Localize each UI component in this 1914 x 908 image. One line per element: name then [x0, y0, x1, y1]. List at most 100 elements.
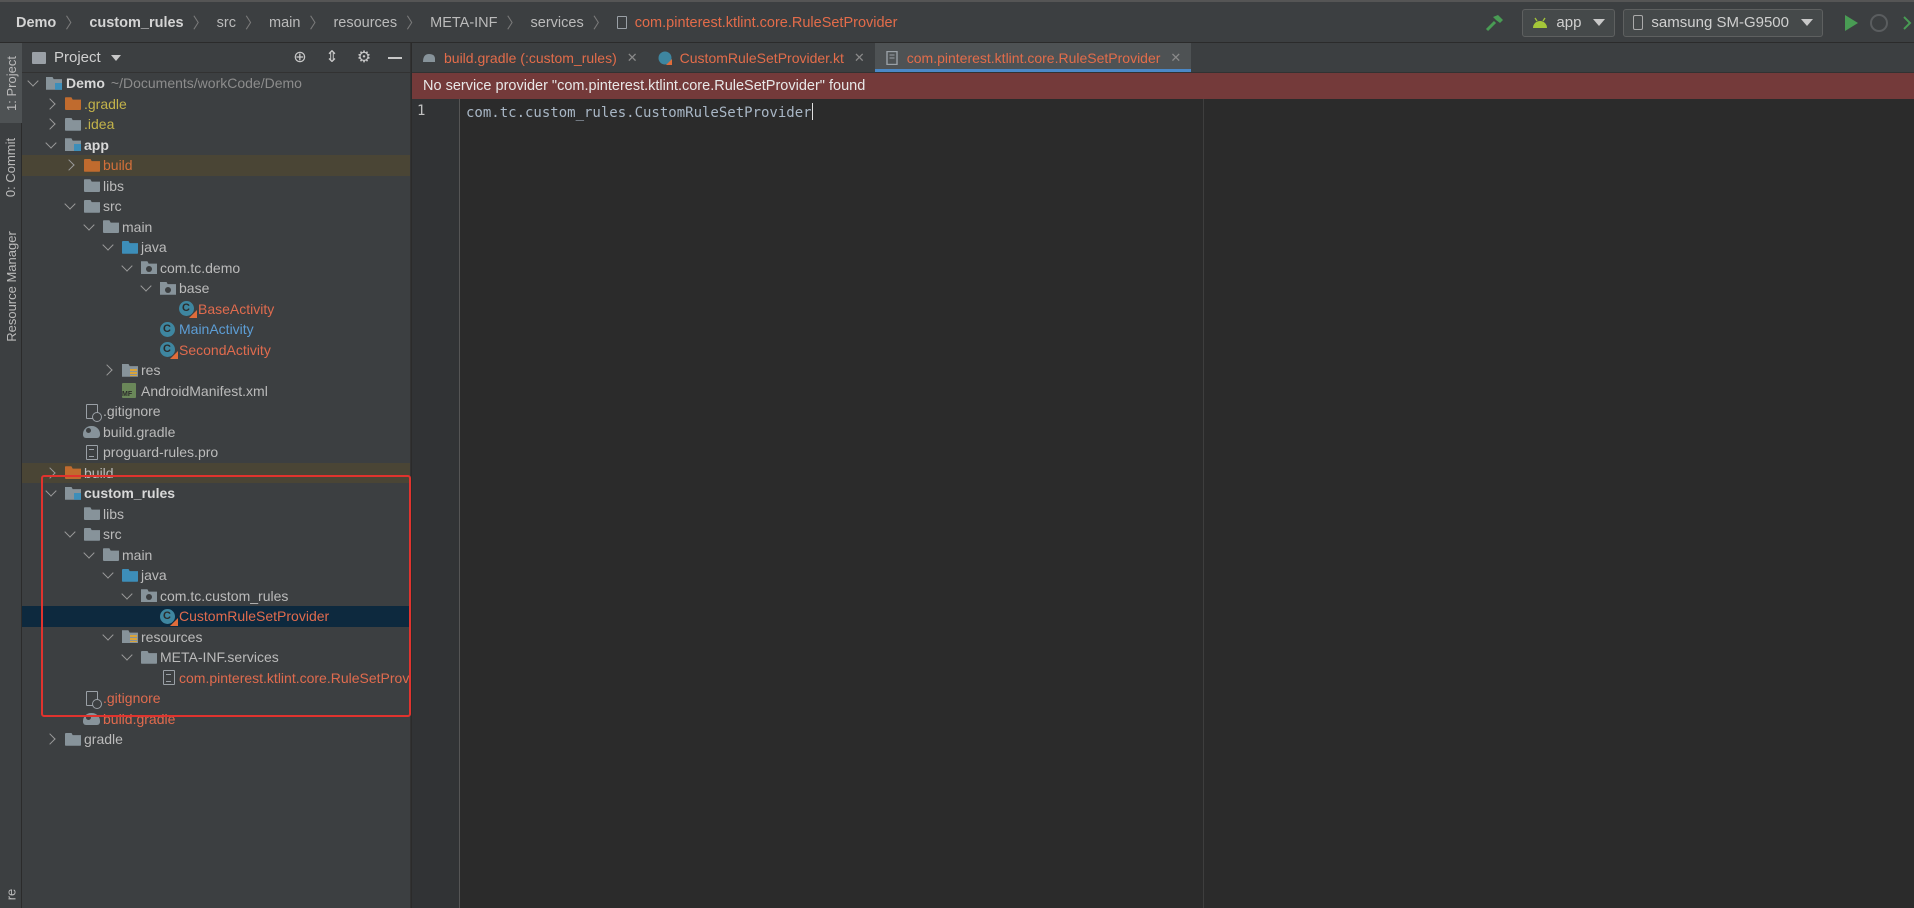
hammer-icon[interactable] — [1484, 12, 1506, 34]
chevron-down-icon[interactable] — [64, 198, 76, 210]
breadcrumb-item-file[interactable]: com.pinterest.ktlint.core.RuleSetProvide… — [635, 15, 898, 31]
tree-item-app[interactable]: app — [22, 135, 410, 156]
locate-icon[interactable]: ⊕ — [292, 50, 308, 66]
breadcrumb-separator: 〉 — [506, 15, 522, 32]
tree-item-package-custom-rules[interactable]: com.tc.custom_rules — [22, 586, 410, 607]
tree-item-cr-src[interactable]: src — [22, 524, 410, 545]
tab-structure-label: re — [3, 888, 19, 901]
tree-item-cr-gitignore[interactable]: .gitignore — [22, 688, 410, 709]
tab-custom-rule-set-provider[interactable]: CustomRuleSetProvider.kt ✕ — [648, 43, 875, 72]
chevron-down-icon[interactable] — [83, 218, 95, 231]
run-icon[interactable] — [1845, 14, 1858, 31]
tree-item-main[interactable]: main — [22, 217, 410, 238]
tree-item-base-activity[interactable]: BaseActivity — [22, 299, 410, 320]
chevron-right-icon[interactable] — [44, 733, 56, 745]
tree-item-service-file[interactable]: com.pinterest.ktlint.core.RuleSetProvide… — [22, 668, 410, 689]
gitignore-icon — [86, 403, 102, 422]
breadcrumb-item-meta-inf[interactable]: META-INF — [430, 15, 497, 31]
chevron-right-icon[interactable] — [101, 364, 113, 376]
tree-item-src[interactable]: src — [22, 196, 410, 217]
chevron-down-icon[interactable] — [83, 546, 95, 559]
tree-item-meta-inf-services[interactable]: META-INF.services — [22, 647, 410, 668]
tree-item-custom-rules[interactable]: custom_rules — [22, 483, 410, 504]
tab-project[interactable]: 1: Project — [0, 43, 22, 123]
tree-item-gradle-dir[interactable]: .gradle — [22, 94, 410, 115]
chevron-down-icon[interactable] — [102, 628, 114, 641]
navigation-bar: Demo 〉 custom_rules 〉 src 〉 main 〉 resou… — [0, 0, 1914, 43]
tree-item-cr-java[interactable]: java — [22, 565, 410, 586]
chevron-down-icon[interactable] — [64, 526, 76, 538]
gear-icon[interactable]: ⚙ — [356, 50, 372, 66]
tab-service-file[interactable]: com.pinterest.ktlint.core.RuleSetProvide… — [874, 43, 1192, 72]
breadcrumb-item-main[interactable]: main — [269, 15, 300, 31]
breadcrumb-item-custom-rules[interactable]: custom_rules — [89, 15, 183, 31]
chevron-right-icon[interactable] — [63, 159, 75, 171]
chevron-right-icon[interactable] — [44, 466, 56, 479]
tree-item-idea[interactable]: .idea — [22, 114, 410, 135]
tree-item-cr-libs[interactable]: libs — [22, 504, 410, 525]
module-icon — [46, 76, 62, 90]
folder-icon — [84, 179, 100, 193]
tree-item-cr-main[interactable]: main — [22, 545, 410, 566]
code-line[interactable]: com.tc.custom_rules.CustomRuleSetProvide… — [466, 103, 814, 121]
tree-label: com.tc.demo — [160, 259, 241, 276]
chevron-down-icon[interactable] — [121, 649, 133, 661]
close-icon[interactable]: ✕ — [854, 50, 865, 66]
breadcrumb-item-demo[interactable]: Demo — [16, 15, 56, 31]
tab-structure[interactable]: re — [0, 881, 22, 908]
tree-item-cr-build-gradle[interactable]: build.gradle — [22, 709, 410, 730]
breadcrumb-item-resources[interactable]: resources — [333, 15, 397, 31]
run-config-select[interactable]: app — [1522, 8, 1616, 37]
kotlin-class-icon — [160, 342, 175, 358]
tree-label: java — [141, 239, 167, 256]
tree-item-gradle[interactable]: gradle — [22, 729, 410, 750]
tree-item-build[interactable]: build — [22, 462, 410, 483]
chevron-down-icon[interactable] — [121, 259, 133, 272]
tab-commit[interactable]: 0: Commit — [0, 127, 22, 207]
chevron-down-icon[interactable] — [121, 587, 133, 600]
tree-item-second-activity[interactable]: SecondActivity — [22, 340, 410, 361]
tree-item-build-gradle[interactable]: build.gradle — [22, 422, 410, 443]
chevron-down-icon[interactable] — [140, 280, 152, 292]
tree-item-app-build[interactable]: build — [22, 155, 410, 176]
tab-build-gradle[interactable]: build.gradle (:custom_rules) ✕ — [412, 43, 648, 72]
project-view-title[interactable]: Project — [54, 49, 101, 66]
tree-item-java[interactable]: java — [22, 237, 410, 258]
chevron-down-icon[interactable] — [45, 485, 57, 497]
chevron-down-icon[interactable] — [102, 567, 114, 579]
tree-item-package-demo[interactable]: com.tc.demo — [22, 258, 410, 279]
tree-item-res[interactable]: res — [22, 360, 410, 381]
breadcrumb-item-services[interactable]: services — [531, 15, 584, 31]
tree-item-gitignore[interactable]: .gitignore — [22, 401, 410, 422]
tree-item-manifest[interactable]: AndroidManifest.xml — [22, 381, 410, 402]
chevron-right-icon[interactable] — [44, 97, 56, 110]
tree-item-custom-rule-set-provider[interactable]: CustomRuleSetProvider — [22, 606, 410, 627]
close-icon[interactable]: ✕ — [627, 50, 638, 66]
tree-item-demo[interactable]: Demo ~/Documents/workCode/Demo — [22, 73, 410, 94]
hide-icon[interactable] — [388, 57, 402, 59]
file-icon — [86, 444, 98, 460]
chevron-down-icon[interactable] — [27, 75, 39, 87]
chevron-down-icon[interactable] — [102, 239, 114, 251]
tree-item-main-activity[interactable]: MainActivity — [22, 319, 410, 340]
device-select[interactable]: samsung SM-G9500 — [1623, 8, 1823, 37]
breadcrumb-separator: 〉 — [309, 15, 325, 32]
tab-resource-manager[interactable]: Resource Manager — [0, 221, 22, 351]
tree-item-resources[interactable]: resources — [22, 627, 410, 648]
more-actions-icon[interactable] — [1900, 13, 1914, 33]
chevron-down-icon[interactable] — [110, 54, 121, 61]
folder-icon — [84, 199, 100, 213]
tree-item-base[interactable]: base — [22, 278, 410, 299]
project-panel-actions: ⊕ ⇕ ⚙ — [276, 43, 402, 73]
chevron-right-icon[interactable] — [44, 118, 56, 130]
breadcrumb-item-src[interactable]: src — [217, 15, 236, 31]
chevron-down-icon[interactable] — [45, 136, 57, 149]
tree-item-libs[interactable]: libs — [22, 176, 410, 197]
code-area[interactable]: 1 com.tc.custom_rules.CustomRuleSetProvi… — [412, 99, 1914, 908]
tree-item-proguard[interactable]: proguard-rules.pro — [22, 442, 410, 463]
debug-icon[interactable] — [1870, 13, 1888, 32]
collapse-all-icon[interactable]: ⇕ — [324, 50, 340, 66]
tree-label: META-INF.services — [160, 649, 279, 666]
close-icon[interactable]: ✕ — [1170, 50, 1181, 66]
line-number: 1 — [417, 103, 426, 119]
